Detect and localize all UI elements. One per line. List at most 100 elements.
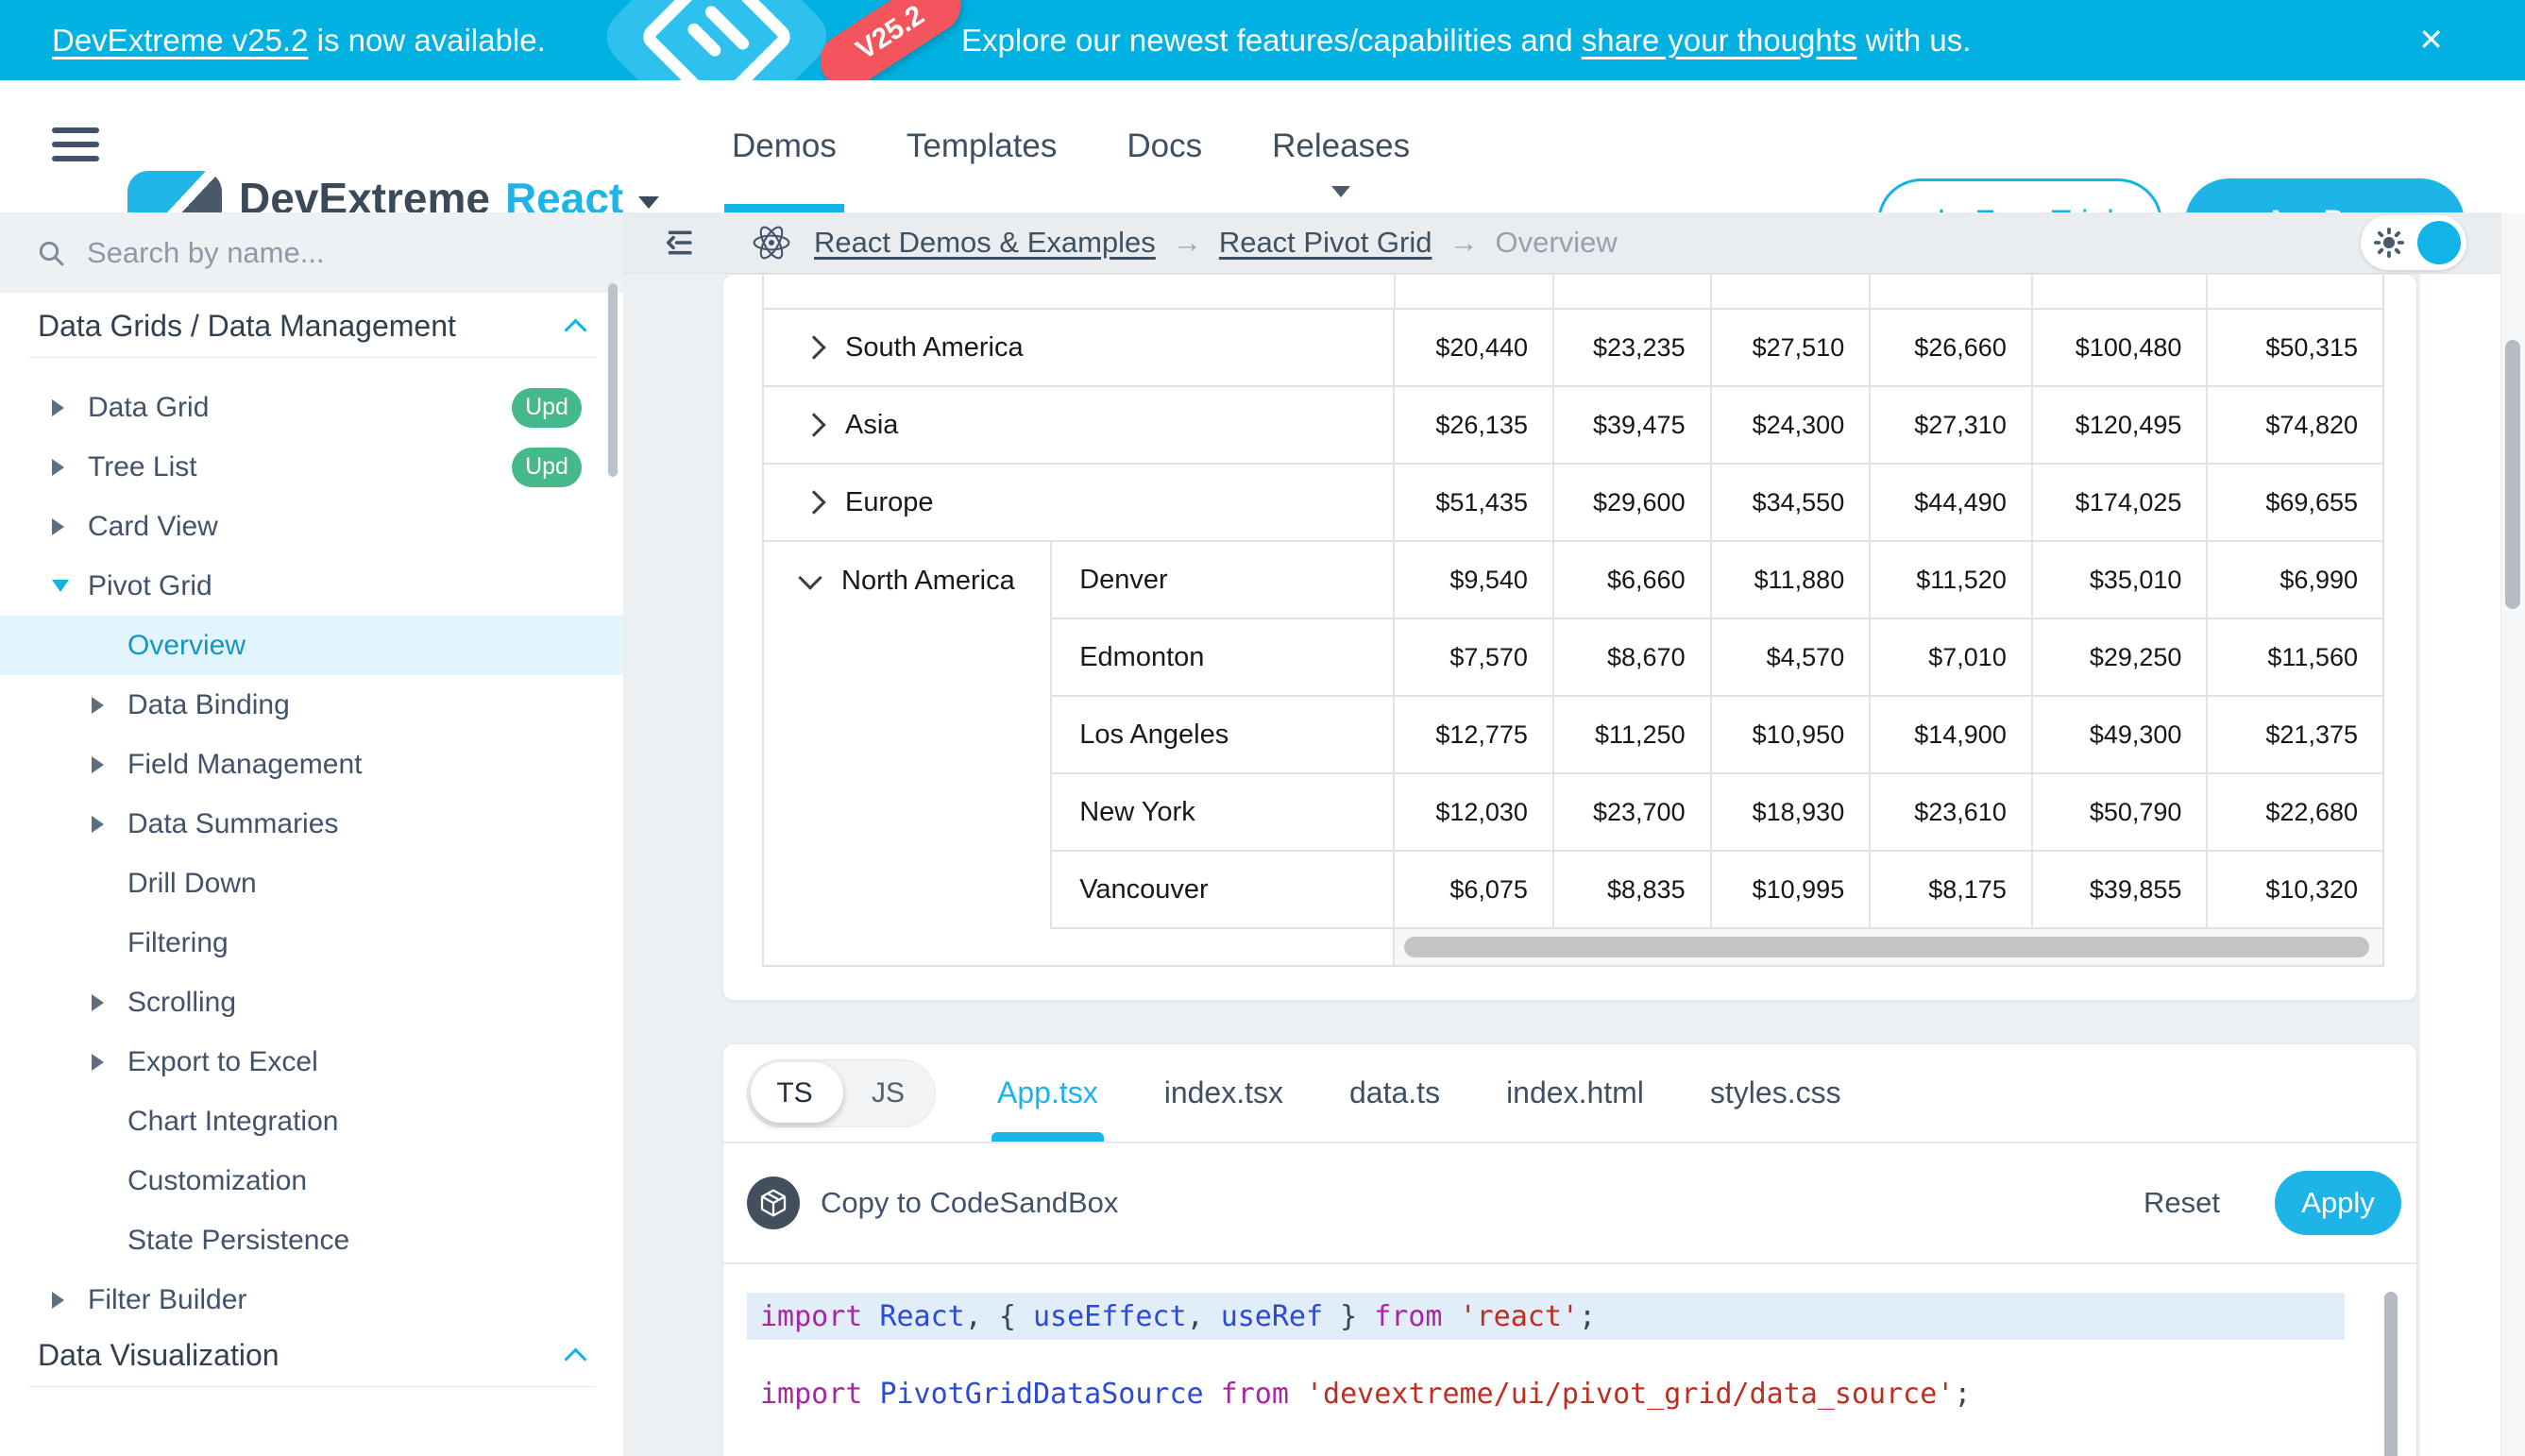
sidebar-item-field-management[interactable]: Field Management: [0, 735, 623, 794]
pivot-clipped-cell: [1871, 275, 2033, 310]
sidebar-section-0[interactable]: Data Grids / Data Management: [0, 300, 623, 351]
code-token: [862, 1300, 879, 1333]
hamburger-menu-icon[interactable]: [52, 127, 99, 170]
pivot-value-cell: $8,175: [1871, 852, 2033, 929]
nav-item-templates[interactable]: Templates: [907, 80, 1058, 212]
sidebar-item-filtering[interactable]: Filtering: [0, 913, 623, 973]
pivot-value-cell: $51,435: [1395, 465, 1554, 542]
triangle-right-icon: [52, 518, 88, 535]
breadcrumb-pivot-grid-link[interactable]: React Pivot Grid: [1219, 226, 1432, 260]
sidebar-item-label: Chart Integration: [127, 1106, 338, 1138]
pivot-value-cell: $8,835: [1554, 852, 1712, 929]
toggle-option-ts[interactable]: TS: [748, 1060, 841, 1126]
sidebar-item-label: Data Summaries: [127, 808, 338, 840]
sidebar-item-label: Pivot Grid: [88, 570, 212, 602]
pivot-value-cell: $23,610: [1871, 774, 2033, 852]
pivot-clipped-cell: [1554, 275, 1712, 310]
devextreme-demos-page: DevExtreme v25.2 is now available. V25.2…: [0, 0, 2525, 1456]
pivot-region-cell-expanded[interactable]: North America: [764, 542, 1052, 929]
code-token: [1443, 1300, 1460, 1333]
sidebar-search[interactable]: [0, 212, 623, 293]
triangle-right-icon: [92, 697, 127, 714]
code-scrollbar-thumb[interactable]: [2384, 1292, 2398, 1456]
banner-close-icon[interactable]: ✕: [2418, 0, 2444, 80]
code-panel-card: TS JS App.tsx index.tsx data.ts index.html s…: [722, 1043, 2417, 1456]
chevron-right-icon: [802, 490, 825, 514]
sidebar-item-drill-down[interactable]: Drill Down: [0, 854, 623, 913]
sidebar-section-1[interactable]: Data Visualization: [0, 1329, 623, 1380]
theme-toggle[interactable]: [2361, 215, 2466, 270]
nav-item-releases[interactable]: Releases: [1272, 80, 1410, 212]
code-token: 'devextreme/ui/pivot_grid/data_source': [1306, 1378, 1954, 1411]
sidebar-item-data-grid[interactable]: Data GridUpd: [0, 378, 623, 437]
toggle-option-js[interactable]: JS: [841, 1060, 935, 1126]
pivot-horizontal-scrollbar[interactable]: [1395, 929, 2382, 965]
code-token: React: [879, 1300, 964, 1333]
pivot-value-cell: $11,880: [1712, 542, 1872, 619]
sidebar-item-data-binding[interactable]: Data Binding: [0, 675, 623, 735]
breadcrumb-demos-link[interactable]: React Demos & Examples: [814, 226, 1156, 260]
sidebar-item-chart-integration[interactable]: Chart Integration: [0, 1092, 623, 1151]
code-token: ;: [1579, 1300, 1596, 1333]
tab-data-ts[interactable]: data.ts: [1349, 1044, 1440, 1142]
framework-dropdown-caret-icon[interactable]: [638, 196, 659, 209]
breadcrumb: React Demos & Examples → React Pivot Gri…: [814, 226, 1618, 260]
pivot-region-cell[interactable]: Europe: [764, 465, 1395, 542]
sidebar-item-pivot-grid[interactable]: Pivot Grid: [0, 556, 623, 616]
pivot-value-cell: $39,855: [2033, 852, 2209, 929]
sidebar-scrollbar-thumb[interactable]: [608, 283, 618, 477]
pivot-value-cell: $26,135: [1395, 387, 1554, 465]
code-token: from: [1221, 1378, 1289, 1411]
nav-item-demos[interactable]: Demos: [732, 80, 837, 212]
pivot-value-cell: $7,570: [1395, 619, 1554, 697]
reset-button[interactable]: Reset: [2144, 1186, 2220, 1220]
pivot-horizontal-scrollbar-thumb[interactable]: [1404, 937, 2369, 957]
sidebar-item-label: Card View: [88, 511, 218, 543]
banner-message: Explore our newest features/capabilities…: [961, 0, 1971, 80]
share-thoughts-link[interactable]: share your thoughts: [1582, 23, 1857, 58]
releases-dropdown-caret-icon: [1331, 186, 1350, 197]
page-scrollbar[interactable]: [2500, 212, 2525, 1456]
copy-to-codesandbox-button[interactable]: Copy to CodeSandBox: [747, 1177, 1118, 1229]
sidebar: Data Grids / Data Management Data GridUpd…: [0, 212, 624, 1456]
code-token: ,: [1187, 1300, 1221, 1333]
pivot-value-cell: $4,570: [1712, 619, 1872, 697]
pivot-value-cell: $35,010: [2033, 542, 2209, 619]
code-tabs-row: TS JS App.tsx index.tsx data.ts index.html s…: [723, 1044, 2416, 1143]
sidebar-item-export-to-excel[interactable]: Export to Excel: [0, 1032, 623, 1092]
sidebar-item-card-view[interactable]: Card View: [0, 497, 623, 556]
sidebar-section-title: Data Grids / Data Management: [38, 309, 456, 344]
chevron-down-icon: [798, 566, 822, 589]
tab-app-tsx[interactable]: App.tsx: [997, 1044, 1098, 1142]
sidebar-item-tree-list[interactable]: Tree ListUpd: [0, 437, 623, 497]
banner-version-link[interactable]: DevExtreme v25.2: [52, 23, 308, 58]
collapse-sidebar-icon[interactable]: [661, 225, 697, 261]
breadcrumb-current: Overview: [1496, 226, 1618, 260]
search-input[interactable]: [85, 235, 485, 271]
sidebar-item-state-persistence[interactable]: State Persistence: [0, 1211, 623, 1270]
tab-styles-css[interactable]: styles.css: [1710, 1044, 1841, 1142]
sidebar-item-customization[interactable]: Customization: [0, 1151, 623, 1211]
page-scrollbar-thumb[interactable]: [2505, 340, 2520, 609]
nav-item-docs[interactable]: Docs: [1127, 80, 1202, 212]
tab-index-tsx[interactable]: index.tsx: [1164, 1044, 1283, 1142]
banner-message-pre: Explore our newest features/capabilities…: [961, 23, 1582, 58]
pivot-value-cell: $39,475: [1554, 387, 1712, 465]
pivot-value-cell: $74,820: [2208, 387, 2382, 465]
sidebar-item-scrolling[interactable]: Scrolling: [0, 973, 623, 1032]
tab-index-html[interactable]: index.html: [1506, 1044, 1644, 1142]
pivot-value-cell: $14,900: [1871, 697, 2033, 774]
code-token: }: [1323, 1300, 1374, 1333]
sidebar-item-overview[interactable]: Overview: [0, 616, 623, 675]
sidebar-item-data-summaries[interactable]: Data Summaries: [0, 794, 623, 854]
pivot-city-cell: New York: [1051, 774, 1395, 852]
apply-button[interactable]: Apply: [2275, 1171, 2401, 1235]
language-toggle[interactable]: TS JS: [747, 1059, 936, 1127]
code-token: , {: [965, 1300, 1033, 1333]
theme-toggle-knob[interactable]: [2417, 221, 2461, 264]
pivot-clipped-cell: [2208, 275, 2382, 310]
sidebar-item-filter-builder[interactable]: Filter Builder: [0, 1270, 623, 1329]
pivot-region-cell[interactable]: South America: [764, 310, 1395, 387]
pivot-region-cell[interactable]: Asia: [764, 387, 1395, 465]
sidebar-item-label: State Persistence: [127, 1225, 349, 1257]
